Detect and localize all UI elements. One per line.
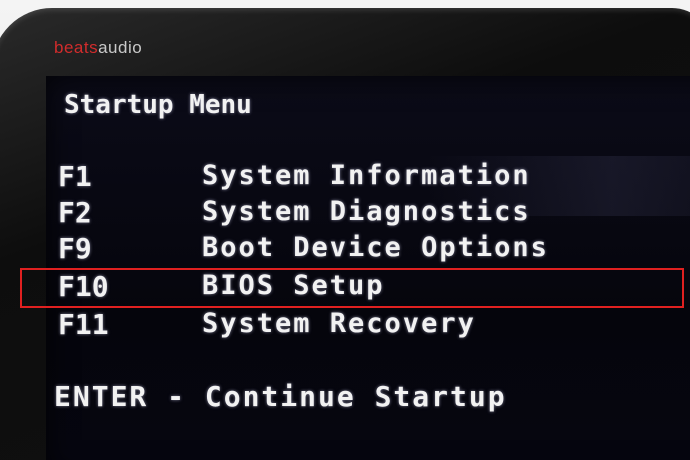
menu-item-key: F11: [58, 308, 109, 341]
menu-item-key: F2: [58, 196, 92, 229]
bios-setup-highlight-box: [20, 268, 684, 308]
menu-item-key: F1: [58, 160, 92, 193]
enter-continue-startup[interactable]: ENTER - Continue Startup: [54, 380, 507, 413]
brand-logo-primary: beats: [54, 38, 99, 57]
menu-item-system-information[interactable]: F1 System Information: [58, 160, 678, 196]
menu-item-key: F9: [58, 232, 92, 265]
menu-item-label: Boot Device Options: [202, 232, 549, 263]
photo-frame: beatsaudio Startup Menu F1 System Inform…: [0, 0, 690, 460]
startup-menu-title: Startup Menu: [64, 90, 252, 120]
brand-logo-secondary: audio: [98, 38, 143, 57]
menu-item-system-diagnostics[interactable]: F2 System Diagnostics: [58, 196, 678, 232]
brand-logo: beatsaudio: [54, 38, 142, 58]
menu-item-label: System Diagnostics: [202, 196, 531, 227]
menu-item-label: System Recovery: [202, 308, 476, 339]
menu-item-system-recovery[interactable]: F11 System Recovery: [58, 308, 678, 344]
menu-item-boot-device-options[interactable]: F9 Boot Device Options: [58, 232, 678, 268]
menu-item-label: System Information: [202, 160, 531, 191]
